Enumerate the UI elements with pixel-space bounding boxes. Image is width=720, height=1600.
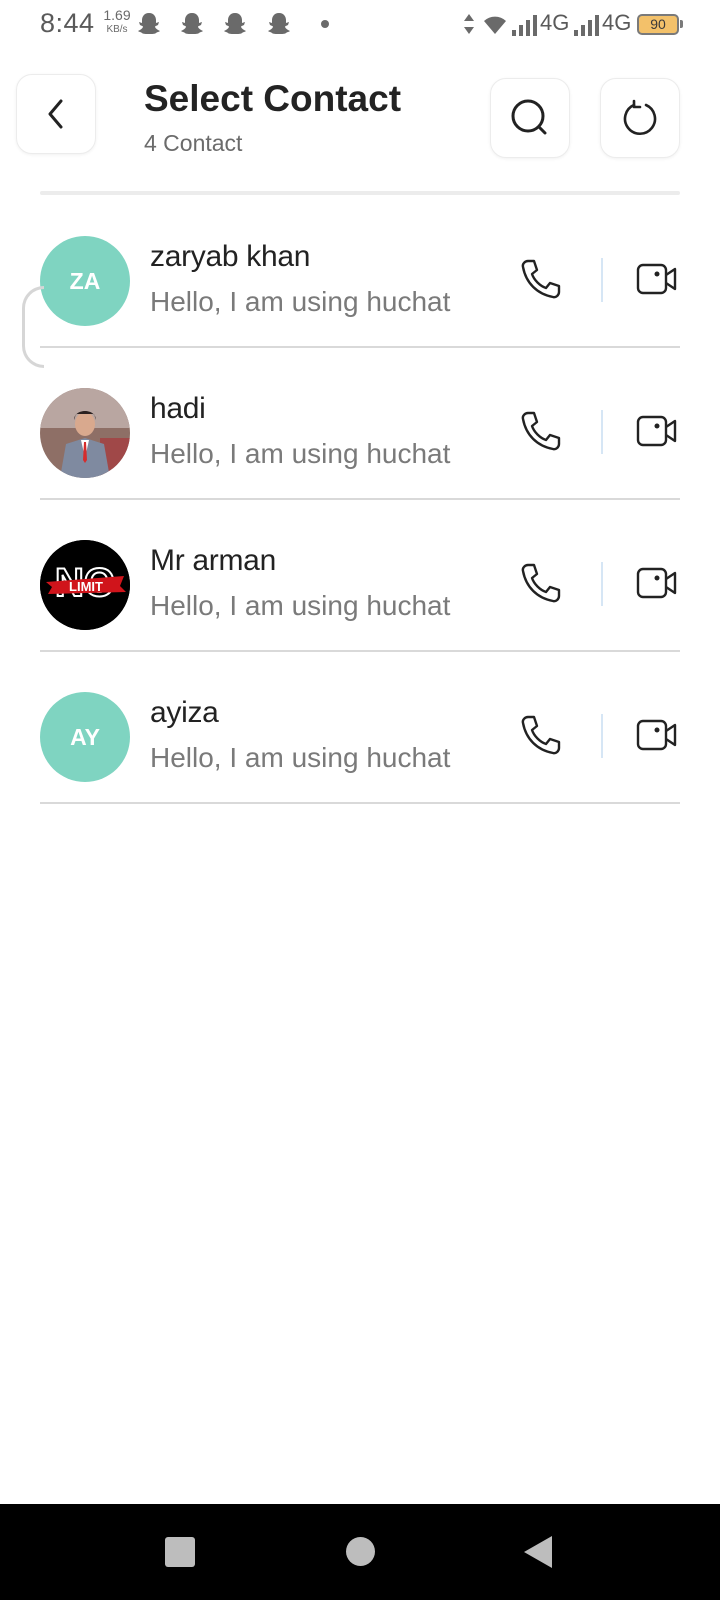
contact-status: Hello, I am using huchat: [150, 286, 451, 317]
phone-icon: [521, 259, 561, 299]
avatar: AY: [40, 692, 130, 782]
avatar-photo: [40, 388, 130, 478]
phone-icon: [521, 411, 561, 451]
header-divider: [40, 191, 680, 195]
contact-item[interactable]: NO LIMIT Mr arman Hello, I am using huch…: [40, 500, 680, 652]
status-time: 8:44: [40, 8, 95, 38]
network-speed: 1.69 KB/s: [100, 8, 134, 35]
phone-icon: [521, 715, 561, 755]
back-button[interactable]: [16, 74, 96, 154]
home-button[interactable]: [346, 1537, 375, 1566]
network-type-1: 4G: [540, 10, 570, 35]
nav-back-button[interactable]: [524, 1536, 552, 1568]
data-activity-icon: [464, 14, 474, 34]
logo-text-limit: LIMIT: [69, 579, 103, 594]
profile-photo: [40, 388, 130, 478]
search-button[interactable]: [490, 78, 570, 158]
avatar: ZA: [40, 236, 130, 326]
status-bar: 8:44 1.69 KB/s 4G 4G 90: [0, 0, 720, 52]
search-icon: [511, 99, 547, 135]
refresh-button[interactable]: [600, 78, 680, 158]
video-camera-icon: [636, 415, 677, 447]
refresh-icon: [623, 99, 657, 136]
contact-item[interactable]: AY ayiza Hello, I am using huchat: [40, 652, 680, 804]
more-notifications-dot: [321, 20, 329, 28]
avatar-initials: ZA: [69, 267, 101, 294]
action-divider: [601, 258, 603, 302]
contact-status: Hello, I am using huchat: [150, 742, 451, 773]
voice-call-button[interactable]: [518, 408, 564, 454]
contact-count: 4 Contact: [144, 130, 243, 156]
action-divider: [601, 410, 603, 454]
avatar-logo: NO LIMIT: [40, 540, 130, 630]
video-camera-icon: [636, 567, 677, 599]
chevron-left-icon: [48, 99, 63, 129]
contact-list: ZA zaryab khan Hello, I am using huchat …: [40, 196, 680, 804]
wifi-icon: [484, 16, 506, 34]
contact-name: Mr arman: [150, 544, 276, 577]
signal-icon: [574, 15, 599, 36]
contact-name: zaryab khan: [150, 240, 311, 273]
action-divider: [601, 714, 603, 758]
video-call-button[interactable]: [634, 560, 680, 606]
action-divider: [601, 562, 603, 606]
battery-level: 90: [650, 16, 666, 32]
video-camera-icon: [636, 719, 677, 751]
navigation-bar: [0, 1504, 720, 1600]
snapchat-icon: [268, 13, 290, 34]
contact-item[interactable]: hadi Hello, I am using huchat: [40, 348, 680, 500]
page-title: Select Contact: [144, 78, 402, 119]
network-type-2: 4G: [602, 10, 632, 35]
battery-cap: [680, 20, 683, 28]
contact-name: hadi: [150, 392, 206, 425]
phone-icon: [521, 563, 561, 603]
battery-icon: 90: [637, 14, 679, 35]
contact-item[interactable]: ZA zaryab khan Hello, I am using huchat: [40, 196, 680, 348]
network-speed-unit: KB/s: [106, 24, 128, 35]
video-call-button[interactable]: [634, 256, 680, 302]
voice-call-button[interactable]: [518, 560, 564, 606]
network-speed-value: 1.69: [103, 7, 131, 23]
avatar-initials: AY: [70, 723, 100, 750]
video-call-button[interactable]: [634, 408, 680, 454]
no-limit-logo: NO LIMIT: [40, 540, 130, 630]
video-call-button[interactable]: [634, 712, 680, 758]
signal-icon: [512, 15, 537, 36]
snapchat-icon: [138, 13, 160, 34]
snapchat-icon: [181, 13, 203, 34]
contact-status: Hello, I am using huchat: [150, 438, 451, 469]
recents-button[interactable]: [165, 1537, 195, 1567]
voice-call-button[interactable]: [518, 712, 564, 758]
contact-status: Hello, I am using huchat: [150, 590, 451, 621]
edge-swipe-handle[interactable]: [22, 286, 44, 368]
video-camera-icon: [636, 263, 677, 295]
contact-name: ayiza: [150, 696, 219, 729]
voice-call-button[interactable]: [518, 256, 564, 302]
snapchat-icon: [224, 13, 246, 34]
